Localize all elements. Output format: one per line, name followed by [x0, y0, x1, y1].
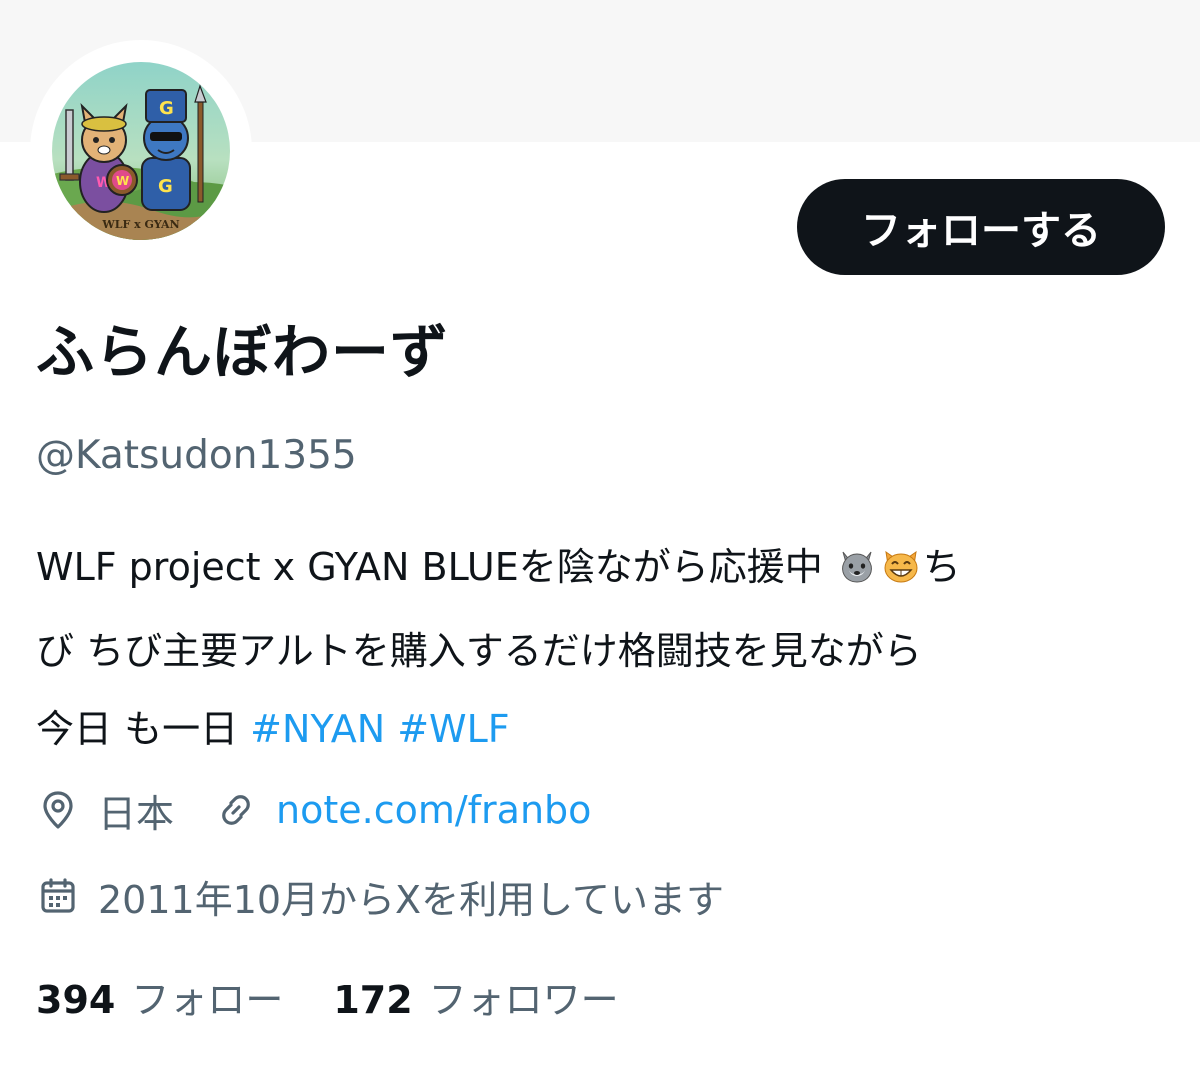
followers-label: フォロワー: [428, 977, 619, 1022]
follow-stats: 394 フォロー 172 フォロワー: [36, 966, 619, 1026]
bio-line-2: び ちび主要アルトを購入するだけ格闘技を見ながら: [36, 629, 922, 673]
svg-text:W: W: [116, 174, 129, 188]
avatar-caption: WLF x GYAN: [101, 218, 179, 231]
calendar-icon: [36, 874, 80, 918]
location-text: 日本: [98, 791, 175, 836]
hashtag-link-nyan[interactable]: #NYAN: [250, 707, 385, 751]
bio-line-3: 今日 も一日 #NYAN #WLF: [36, 690, 1161, 768]
followers-count: 172: [333, 977, 413, 1022]
joined-date-text: 2011年10月からXを利用しています: [98, 877, 724, 922]
svg-text:G: G: [159, 98, 174, 119]
bio-text: WLF project x GYAN BLUEを陰ながら応援中: [36, 545, 835, 589]
svg-text:G: G: [158, 176, 173, 197]
following-count: 394: [36, 977, 116, 1022]
bio-text: 今日 も一日: [36, 707, 251, 751]
bio-line-1: WLF project x GYAN BLUEを陰ながら応援中 ち: [36, 528, 1161, 612]
following-label: フォロー: [131, 977, 284, 1022]
website-link[interactable]: note.com/franbo: [276, 788, 591, 832]
profile-meta-joined: 2011年10月からXを利用しています: [36, 866, 724, 926]
followers-stat[interactable]: 172 フォロワー: [333, 969, 618, 1024]
display-name: ふらんぼわーず: [36, 318, 450, 386]
grinning-cat-emoji: [881, 534, 921, 612]
profile-bio: WLF project x GYAN BLUEを陰ながら応援中 ち び ちび主要…: [36, 528, 1161, 768]
following-stat[interactable]: 394 フォロー: [36, 969, 283, 1024]
location-pin-icon: [36, 788, 80, 832]
avatar[interactable]: W W G G WLF x GYAN: [52, 62, 230, 240]
hashtag-link-wlf[interactable]: #WLF: [397, 707, 509, 751]
avatar-illustration: W W G G WLF x GYAN: [52, 62, 230, 240]
bio-text-tail: ち: [922, 545, 961, 589]
profile-meta-location-link: 日本 note.com/franbo: [36, 780, 591, 840]
link-icon: [214, 788, 258, 832]
follow-button[interactable]: フォローする: [797, 179, 1165, 275]
username-handle: @Katsudon1355: [36, 433, 357, 478]
wolf-emoji: [837, 534, 877, 612]
